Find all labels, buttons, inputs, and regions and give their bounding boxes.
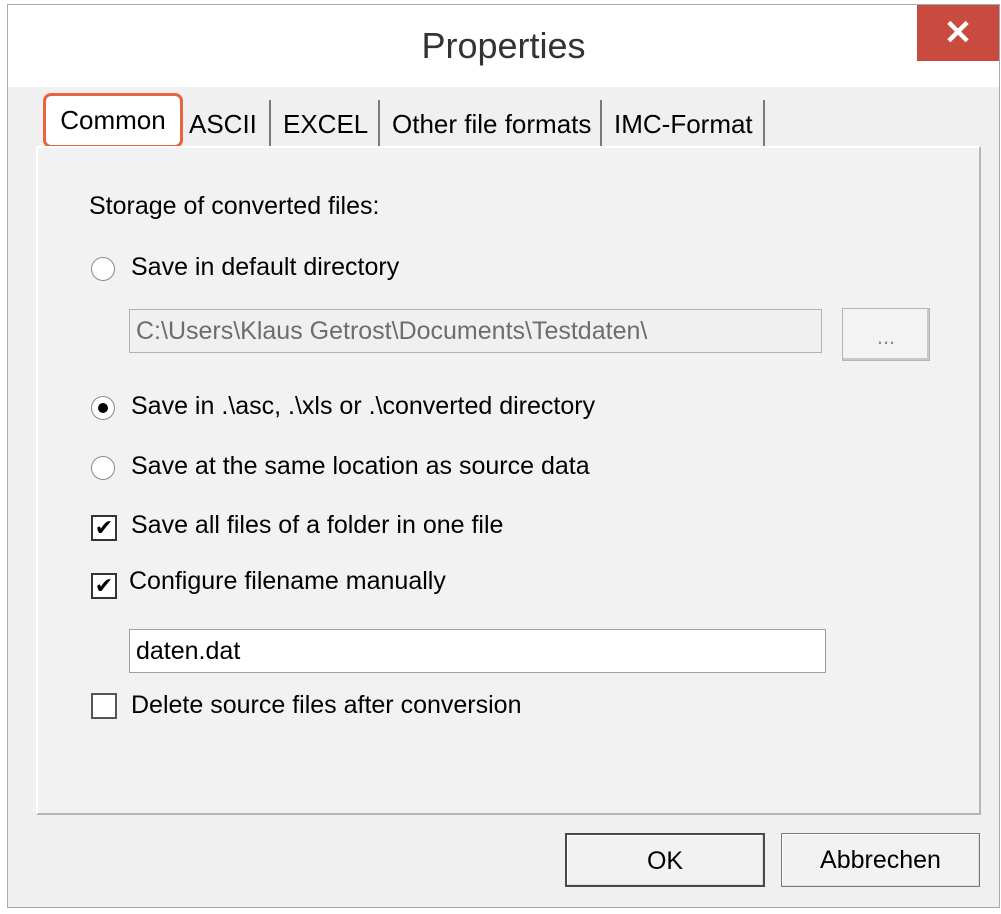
checkbox-one-file-label[interactable]: Save all files of a folder in one file [131, 511, 503, 540]
close-button[interactable]: ✕ [917, 5, 999, 61]
storage-label: Storage of converted files: [89, 192, 380, 220]
cancel-button[interactable]: Abbrechen [781, 833, 980, 887]
ok-button[interactable]: OK [565, 833, 765, 887]
radio-same-location-label[interactable]: Save at the same location as source data [131, 452, 590, 481]
tab-imc-format[interactable]: IMC-Format [608, 100, 765, 148]
radio-same-location[interactable] [91, 456, 115, 480]
checkbox-filename-manual-label[interactable]: Configure filename manually [129, 567, 446, 596]
checkbox-one-file[interactable]: ✔ [91, 515, 117, 541]
radio-converted-directory-label[interactable]: Save in .\asc, .\xls or .\converted dire… [131, 392, 595, 421]
tab-common[interactable]: Common [43, 93, 183, 148]
default-directory-path-field: C:\Users\Klaus Getrost\Documents\Testdat… [129, 309, 822, 353]
filename-input[interactable]: daten.dat [129, 629, 826, 673]
tab-other-file-formats[interactable]: Other file formats [386, 100, 602, 148]
checkbox-filename-manual[interactable]: ✔ [91, 573, 117, 599]
tab-ascii[interactable]: ASCII [183, 100, 271, 148]
browse-button: ... [842, 308, 930, 361]
radio-converted-directory[interactable] [91, 396, 115, 420]
checkbox-delete-source-label[interactable]: Delete source files after conversion [131, 691, 521, 720]
radio-default-directory[interactable] [91, 257, 115, 281]
radio-default-directory-label[interactable]: Save in default directory [131, 253, 399, 282]
title-bar: Properties ✕ [8, 5, 999, 87]
dialog-title: Properties [421, 25, 586, 66]
tab-excel[interactable]: EXCEL [277, 100, 380, 148]
checkbox-delete-source[interactable] [91, 693, 117, 719]
